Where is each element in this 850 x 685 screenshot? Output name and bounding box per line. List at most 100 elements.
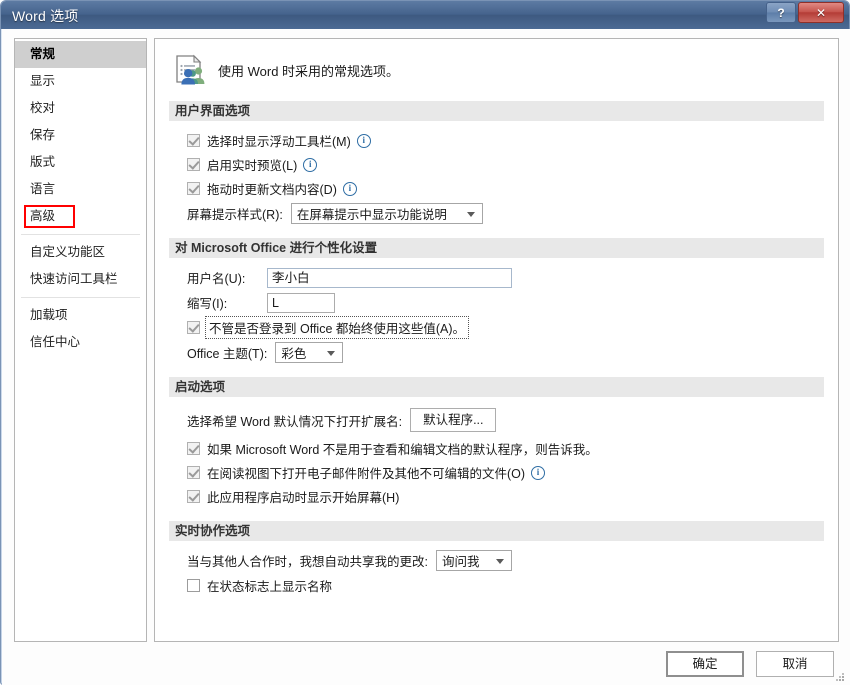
mini-toolbar-label: 选择时显示浮动工具栏(M)	[207, 135, 351, 149]
sidebar-item-addins[interactable]: 加载项	[15, 302, 146, 329]
office-theme-value: 彩色	[281, 347, 307, 361]
default-programs-button[interactable]: 默认程序...	[410, 408, 497, 432]
section-header-ui-options: 用户界面选项	[169, 101, 824, 121]
screentip-style-value: 在屏幕提示中显示功能说明	[296, 208, 447, 222]
sidebar-item-label: 校对	[30, 101, 56, 115]
always-use-values-label: 不管是否登录到 Office 都始终使用这些值(A)。	[205, 316, 470, 339]
sidebar-item-label: 版式	[30, 155, 56, 169]
sidebar-item-label: 语言	[30, 182, 56, 196]
info-icon[interactable]: i	[342, 181, 357, 196]
sidebar-item-label: 自定义功能区	[30, 245, 106, 259]
office-theme-label: Office 主题(T):	[187, 347, 268, 361]
window-title: Word 选项	[12, 8, 79, 24]
sidebar-item-layout[interactable]: 版式	[15, 149, 146, 176]
sidebar-item-quick-access-toolbar[interactable]: 快速访问工具栏	[15, 266, 146, 293]
resize-grip-icon[interactable]	[834, 671, 846, 683]
show-names-on-flags-checkbox[interactable]	[187, 579, 200, 592]
initials-input[interactable]	[267, 292, 335, 313]
sidebar-item-display[interactable]: 显示	[15, 68, 146, 95]
open-in-reading-view-label: 在阅读视图下打开电子邮件附件及其他不可编辑的文件(O)	[207, 467, 526, 481]
sidebar-item-general[interactable]: 常规	[15, 41, 146, 68]
options-content-panel: 使用 Word 时采用的常规选项。 用户界面选项 选择时显示浮动工具栏(M) i…	[154, 38, 839, 642]
live-preview-checkbox[interactable]	[187, 158, 200, 171]
screentip-style-label: 屏幕提示样式(R):	[187, 208, 283, 222]
section-header-personalize: 对 Microsoft Office 进行个性化设置	[169, 238, 824, 258]
show-start-screen-checkbox[interactable]	[187, 490, 200, 503]
sidebar-item-label: 信任中心	[30, 335, 81, 349]
tell-me-default-checkbox[interactable]	[187, 442, 200, 455]
tell-me-default-label: 如果 Microsoft Word 不是用于查看和编辑文档的默认程序，则告诉我。	[207, 443, 598, 457]
default-extensions-label: 选择希望 Word 默认情况下打开扩展名:	[187, 414, 403, 429]
sidebar-item-label: 快速访问工具栏	[30, 272, 118, 286]
option-row-update-on-drag: 拖动时更新文档内容(D) i	[187, 178, 824, 199]
cancel-button[interactable]: 取消	[756, 651, 834, 677]
update-on-drag-checkbox[interactable]	[187, 182, 200, 195]
sidebar-item-save[interactable]: 保存	[15, 122, 146, 149]
option-row-initials: 缩写(I):	[187, 292, 824, 313]
document-people-icon	[176, 54, 205, 85]
option-row-live-preview: 启用实时预览(L) i	[187, 154, 824, 175]
screentip-style-dropdown[interactable]: 在屏幕提示中显示功能说明	[290, 203, 483, 224]
option-row-default-extensions: 选择希望 Word 默认情况下打开扩展名: 默认程序...	[187, 406, 824, 434]
sidebar-item-label: 显示	[30, 74, 56, 88]
info-icon[interactable]: i	[531, 465, 546, 480]
ok-button[interactable]: 确定	[666, 651, 744, 677]
option-row-mini-toolbar: 选择时显示浮动工具栏(M) i	[187, 130, 824, 151]
chevron-down-icon	[495, 558, 504, 564]
close-button[interactable]: ✕	[798, 2, 844, 23]
option-row-office-theme: Office 主题(T): 彩色	[187, 342, 824, 363]
panel-header-text: 使用 Word 时采用的常规选项。	[218, 63, 400, 79]
auto-share-label: 当与其他人合作时，我想自动共享我的更改:	[187, 555, 428, 569]
show-start-screen-label: 此应用程序启动时显示开始屏幕(H)	[207, 491, 400, 505]
help-button[interactable]: ?	[766, 2, 796, 23]
sidebar-item-customize-ribbon[interactable]: 自定义功能区	[15, 239, 146, 266]
option-row-always-use-values: 不管是否登录到 Office 都始终使用这些值(A)。	[187, 316, 824, 339]
sidebar-item-advanced[interactable]: 高级	[15, 203, 146, 230]
initials-label: 缩写(I):	[187, 297, 228, 311]
sidebar-separator	[21, 234, 140, 235]
sidebar-item-label: 加载项	[30, 308, 68, 322]
section-body-collaboration: 当与其他人合作时，我想自动共享我的更改: 询问我 在状态标志上显示名称	[169, 550, 824, 596]
office-theme-dropdown[interactable]: 彩色	[275, 342, 344, 363]
section-header-collaboration: 实时协作选项	[169, 521, 824, 541]
option-row-open-in-reading-view: 在阅读视图下打开电子邮件附件及其他不可编辑的文件(O) i	[187, 462, 824, 483]
options-sidebar: 常规 显示 校对 保存 版式 语言 高级 自定义功能区 快速访问工具栏 加载项 …	[14, 38, 147, 642]
option-row-username: 用户名(U):	[187, 267, 824, 288]
sidebar-item-proofing[interactable]: 校对	[15, 95, 146, 122]
info-icon[interactable]: i	[303, 157, 318, 172]
chevron-down-icon	[327, 350, 336, 356]
sidebar-item-trust-center[interactable]: 信任中心	[15, 329, 146, 356]
sidebar-item-label: 保存	[30, 128, 56, 142]
sidebar-item-language[interactable]: 语言	[15, 176, 146, 203]
username-label: 用户名(U):	[187, 272, 246, 286]
auto-share-value: 询问我	[441, 555, 480, 569]
chevron-down-icon	[466, 211, 475, 217]
mini-toolbar-checkbox[interactable]	[187, 134, 200, 147]
sidebar-item-label: 高级	[30, 209, 56, 223]
option-row-tell-me-default: 如果 Microsoft Word 不是用于查看和编辑文档的默认程序，则告诉我。	[187, 438, 824, 459]
dialog-body: 常规 显示 校对 保存 版式 语言 高级 自定义功能区 快速访问工具栏 加载项 …	[2, 29, 850, 685]
panel-header: 使用 Word 时采用的常规选项。	[173, 53, 824, 87]
option-row-auto-share: 当与其他人合作时，我想自动共享我的更改: 询问我	[187, 550, 824, 571]
open-in-reading-view-checkbox[interactable]	[187, 466, 200, 479]
option-row-show-names-on-flags: 在状态标志上显示名称	[187, 575, 824, 596]
auto-share-dropdown[interactable]: 询问我	[435, 550, 512, 571]
sidebar-item-label: 常规	[30, 47, 56, 61]
show-names-on-flags-label: 在状态标志上显示名称	[207, 580, 333, 594]
section-body-startup: 选择希望 Word 默认情况下打开扩展名: 默认程序... 如果 Microso…	[169, 406, 824, 507]
info-icon[interactable]: i	[356, 133, 371, 148]
sidebar-separator	[21, 297, 140, 298]
section-body-ui-options: 选择时显示浮动工具栏(M) i 启用实时预览(L) i 拖动时更新文档内容(D)…	[169, 130, 824, 224]
caption-button-group: ? ✕	[766, 2, 844, 23]
username-input[interactable]	[267, 267, 512, 288]
word-options-window: Word 选项 ? ✕ 常规 显示 校对 保存 版式 语言 高级 自定义功能区 …	[0, 0, 850, 685]
section-body-personalize: 用户名(U): 缩写(I): 不管是否登录到 Office 都始终使用这些值(A…	[169, 267, 824, 363]
option-row-screentip-style: 屏幕提示样式(R): 在屏幕提示中显示功能说明	[187, 203, 824, 224]
title-bar: Word 选项 ? ✕	[1, 1, 849, 29]
section-header-startup: 启动选项	[169, 377, 824, 397]
dialog-footer: 确定 取消	[2, 651, 850, 685]
option-row-show-start-screen: 此应用程序启动时显示开始屏幕(H)	[187, 486, 824, 507]
dialog-surface: 常规 显示 校对 保存 版式 语言 高级 自定义功能区 快速访问工具栏 加载项 …	[2, 29, 850, 685]
live-preview-label: 启用实时预览(L)	[207, 159, 298, 173]
always-use-values-checkbox[interactable]	[187, 321, 200, 334]
